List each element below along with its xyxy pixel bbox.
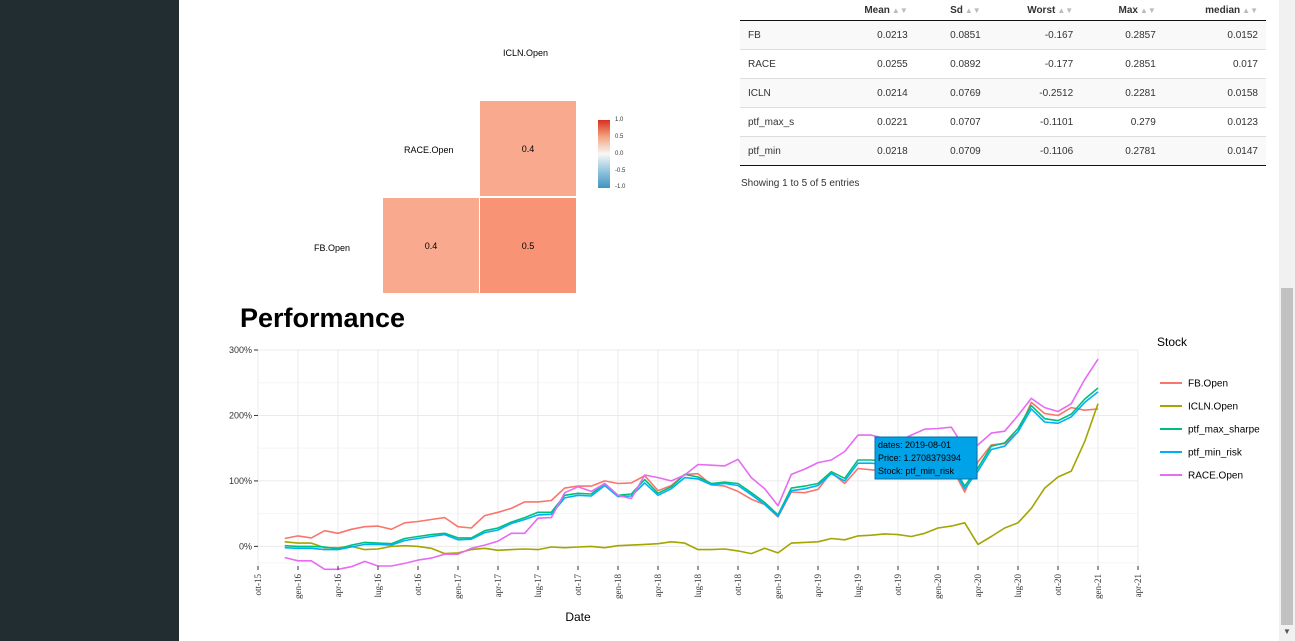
x-tick-label: lug-19: [853, 574, 863, 598]
x-tick-label: lug-17: [533, 574, 543, 598]
x-tick-label: apr-21: [1133, 574, 1143, 597]
tooltip-line: Price: 1.2708379394: [878, 453, 961, 463]
x-tick-label: lug-20: [1013, 574, 1023, 598]
x-tick-label: apr-19: [813, 574, 823, 598]
legend-entry: ICLN.Open: [1188, 402, 1238, 413]
tooltip-line: Stock: ptf_min_risk: [878, 466, 955, 476]
legend-title: Stock: [1157, 335, 1188, 349]
x-tick-label: ott-16: [413, 574, 423, 596]
x-tick-label: apr-20: [973, 574, 983, 598]
x-tick-label: lug-16: [373, 574, 383, 598]
legend-entry: ptf_max_sharpe: [1188, 425, 1260, 436]
x-tick-label: ott-17: [573, 574, 583, 596]
x-tick-label: gen-20: [933, 574, 943, 599]
chart-legend: Stock FB.Open ICLN.Open ptf_max_sharpe ptf_m…: [1157, 335, 1260, 482]
x-tick-label: ott-18: [733, 574, 743, 596]
hover-tooltip: dates: 2019-08-01 Price: 1.2708379394 St…: [874, 436, 978, 480]
legend-entry: RACE.Open: [1188, 471, 1243, 482]
y-tick-label: 100%: [229, 476, 252, 486]
x-tick-label: apr-17: [493, 574, 503, 598]
x-axis: ott-15 gen-16 apr-16 lug-16 ott-16 gen-17 apr-…: [253, 566, 1143, 624]
y-tick-label: 300%: [229, 345, 252, 355]
chart-grid: [257, 349, 1139, 566]
x-tick-label: apr-18: [653, 574, 663, 598]
y-tick-label: 200%: [229, 410, 252, 420]
x-tick-label: ott-20: [1053, 574, 1063, 596]
x-tick-label: ott-15: [253, 574, 263, 596]
performance-chart[interactable]: 300%200%100%0% ott-15 gen-16 apr-16 lug-16 o…: [0, 0, 1295, 641]
x-tick-label: ott-19: [893, 574, 903, 596]
x-tick-label: apr-16: [333, 574, 343, 598]
x-tick-label: gen-18: [613, 574, 623, 599]
legend-entry: FB.Open: [1188, 379, 1228, 390]
y-tick-label: 0%: [239, 541, 252, 551]
legend-entry: ptf_min_risk: [1188, 448, 1243, 459]
y-axis: 300% 200% 100% 0%: [229, 345, 258, 551]
tooltip-line: dates: 2019-08-01: [878, 440, 951, 450]
x-tick-label: gen-21: [1093, 574, 1103, 599]
x-tick-label: lug-18: [693, 574, 703, 598]
x-tick-label: gen-19: [773, 574, 783, 599]
x-tick-label: gen-17: [453, 574, 463, 599]
x-tick-label: gen-16: [293, 574, 303, 599]
x-axis-title: Date: [565, 610, 591, 624]
